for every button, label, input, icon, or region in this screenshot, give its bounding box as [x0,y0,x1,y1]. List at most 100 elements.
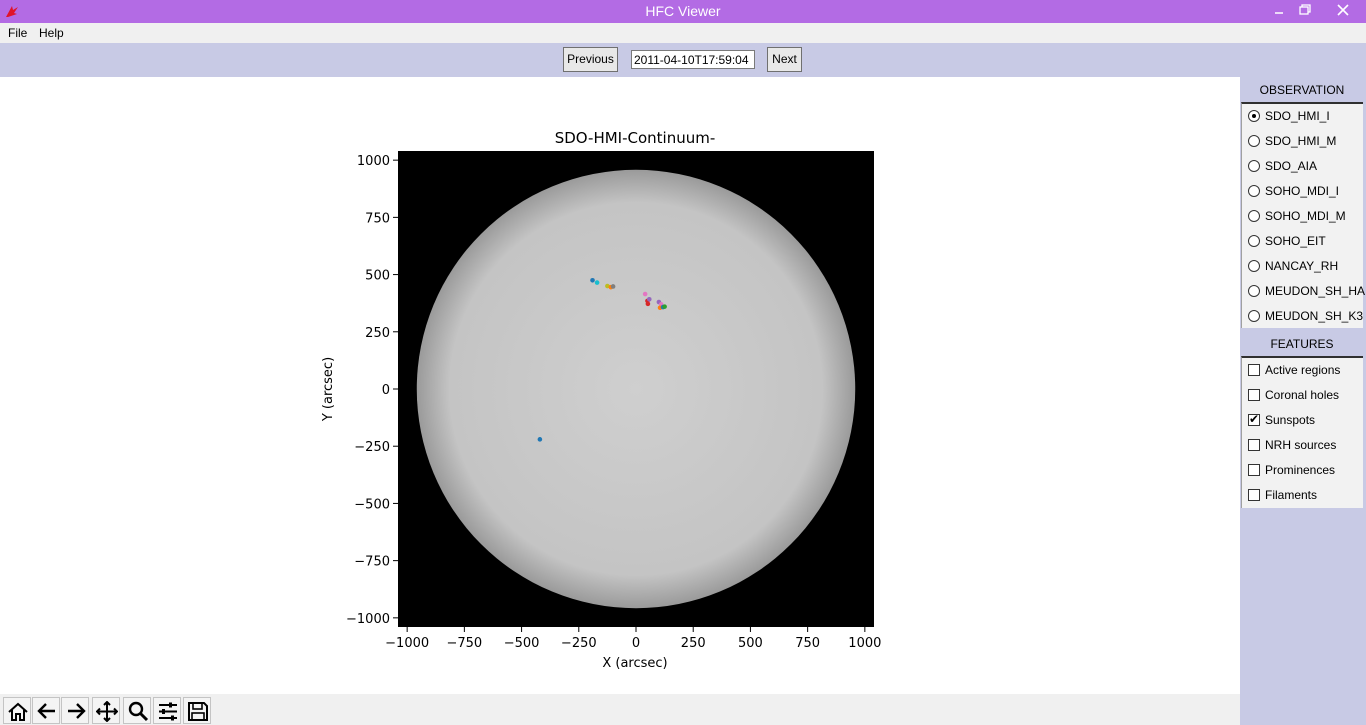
radio-button[interactable] [1248,260,1260,272]
option-label: SOHO_EIT [1265,234,1326,248]
sunspot-point [642,291,648,297]
feature-nrh-sources[interactable]: NRH sources [1246,436,1364,456]
feature-sunspots[interactable]: ✔ Sunspots [1246,411,1364,431]
feature-prominences[interactable]: Prominences [1246,461,1364,481]
configure-subplots-button[interactable] [153,697,181,724]
option-label: SDO_AIA [1265,159,1318,173]
radio-button[interactable] [1248,285,1260,297]
x-tick-label: −500 [504,636,540,651]
checkbox[interactable] [1248,389,1260,401]
checkbox[interactable] [1248,439,1260,451]
observation-meudon-sh-k3[interactable]: MEUDON_SH_K3 [1246,307,1364,327]
radio-button[interactable] [1248,110,1260,122]
plot-area: SDO-HMI-Continuum- −1000 −750 −500 −250 0 250… [0,77,1240,694]
radio-button[interactable] [1248,185,1260,197]
sunspot-point [645,301,651,307]
y-axis-ticks: −1000 −750 −500 −250 0 250 500 750 1000 [346,154,398,627]
x-tick-label: 750 [795,636,820,651]
menu-bar: File Help [0,23,1366,43]
x-tick-label: 0 [632,636,640,651]
home-button[interactable] [3,697,31,724]
feature-active-regions[interactable]: Active regions [1246,361,1364,381]
home-icon [8,702,28,721]
observation-sdo-hmi-i[interactable]: SDO_HMI_I [1246,107,1364,127]
title-bar: HFC Viewer [0,0,1366,23]
sunspot-point [537,437,543,442]
checkbox[interactable] [1248,364,1260,376]
checkbox[interactable] [1248,489,1260,501]
radio-button[interactable] [1248,135,1260,147]
datetime-input[interactable] [631,50,755,69]
sunspot-point [662,304,667,309]
observation-nancay-rh[interactable]: NANCAY_RH [1246,257,1364,277]
option-label: NRH sources [1265,438,1337,452]
x-tick-label: −750 [447,636,483,651]
sunspot-point [610,284,616,289]
solar-image-chart[interactable]: SDO-HMI-Continuum- −1000 −750 −500 −250 0 250… [0,77,1240,694]
option-label: Filaments [1265,488,1318,502]
y-tick-label: −1000 [346,612,390,627]
menu-file[interactable]: File [8,26,27,40]
x-tick-label: 250 [681,636,706,651]
option-label: MEUDON_SH_K3 [1265,309,1364,323]
x-axis-ticks: −1000 −750 −500 −250 0 250 500 750 1000 [385,627,881,651]
y-tick-label: 500 [365,269,390,284]
sun-disk [416,169,856,609]
sunspot-point [594,280,600,285]
chart-title: SDO-HMI-Continuum- [555,129,716,147]
minimize-icon[interactable] [1266,0,1292,22]
forward-button[interactable] [61,697,89,724]
radio-selected-dot [1252,114,1256,118]
radio-button[interactable] [1248,210,1260,222]
observation-sdo-aia[interactable]: SDO_AIA [1246,157,1364,177]
y-tick-label: 1000 [357,154,390,169]
sunspot-point [590,277,595,283]
pan-button[interactable] [92,697,120,724]
radio-button[interactable] [1248,310,1260,322]
x-tick-label: −1000 [385,636,429,651]
observation-sdo-hmi-m[interactable]: SDO_HMI_M [1246,132,1364,152]
option-label: Prominences [1265,463,1336,477]
radio-button[interactable] [1248,235,1260,247]
sunspot-point [646,296,652,302]
option-label: SDO_HMI_I [1265,109,1330,123]
features-header: FEATURES [1270,337,1334,351]
observation-soho-mdi-m[interactable]: SOHO_MDI_M [1246,207,1364,227]
option-label: MEUDON_SH_HA [1265,284,1366,298]
observation-soho-eit[interactable]: SOHO_EIT [1246,232,1364,252]
observation-soho-mdi-i[interactable]: SOHO_MDI_I [1246,182,1364,202]
y-tick-label: −500 [354,497,390,512]
back-arrow-icon [37,703,55,719]
x-tick-label: −250 [561,636,597,651]
save-icon [188,702,208,721]
zoom-button[interactable] [123,697,151,724]
option-label: Active regions [1265,363,1341,377]
menu-help[interactable]: Help [39,26,64,40]
y-axis-label: Y (arcsec) [321,357,336,422]
checkbox[interactable] [1248,464,1260,476]
next-button[interactable]: Next [767,47,802,72]
restore-icon[interactable] [1292,0,1318,22]
option-label: SDO_HMI_M [1265,134,1337,148]
close-icon[interactable] [1320,0,1366,22]
y-tick-label: −250 [354,440,390,455]
checkbox[interactable]: ✔ [1248,412,1260,426]
y-tick-label: 0 [382,383,390,398]
y-tick-label: 750 [365,211,390,226]
previous-button[interactable]: Previous [563,47,618,72]
zoom-icon [128,701,149,722]
observation-header: OBSERVATION [1259,83,1345,97]
back-button[interactable] [32,697,60,724]
save-button[interactable] [183,697,211,724]
radio-button[interactable] [1248,160,1260,172]
x-tick-label: 500 [738,636,763,651]
feature-coronal-holes[interactable]: Coronal holes [1246,386,1364,406]
forward-arrow-icon [68,703,86,719]
x-axis-label: X (arcsec) [602,656,667,671]
option-label: SOHO_MDI_I [1265,184,1340,198]
y-tick-label: 250 [365,326,390,341]
feature-filaments[interactable]: Filaments [1246,486,1364,506]
observation-meudon-sh-ha[interactable]: MEUDON_SH_HA [1246,282,1366,302]
check-mark-icon: ✔ [1249,412,1260,426]
option-label: SOHO_MDI_M [1265,209,1346,223]
